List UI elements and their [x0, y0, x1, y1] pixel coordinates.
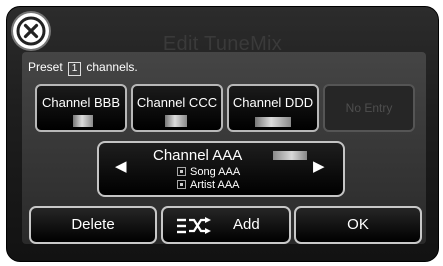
now-playing-artist: Artist AAA	[177, 179, 240, 191]
ok-button-label: OK	[347, 216, 369, 233]
delete-button-label: Delete	[71, 216, 115, 233]
channel-slot-label: Channel DDD	[232, 95, 314, 110]
next-arrow-button[interactable]: ▶	[313, 157, 325, 175]
channel-slot-3[interactable]: Channel DDD	[227, 84, 319, 132]
channel-slot-label: Channel BBB	[41, 95, 121, 110]
preset-instructions: Preset 1 channels.	[28, 60, 138, 76]
now-playing-channel: Channel AAA	[153, 147, 243, 164]
now-playing-song: Song AAA	[177, 166, 240, 178]
previous-arrow-button[interactable]: ◀	[115, 157, 127, 175]
channel-slot-4[interactable]: No Entry	[323, 84, 415, 132]
song-title: Song AAA	[190, 166, 241, 178]
artist-icon	[177, 180, 186, 189]
add-button[interactable]: Add	[161, 206, 291, 244]
shuffle-list-icon	[177, 217, 211, 234]
preset-prefix: Preset	[28, 60, 63, 74]
channel-art	[73, 115, 93, 127]
preset-suffix: channels.	[86, 60, 138, 74]
channel-slot-2[interactable]: Channel CCC	[131, 84, 223, 132]
song-icon	[177, 167, 186, 176]
delete-button[interactable]: Delete	[29, 206, 157, 244]
channel-art	[255, 117, 291, 127]
channel-art	[165, 115, 187, 127]
add-button-label: Add	[233, 216, 260, 233]
channel-slot-1[interactable]: Channel BBB	[35, 84, 127, 132]
channel-slot-label: Channel CCC	[136, 95, 218, 110]
ok-button[interactable]: OK	[294, 206, 422, 244]
channel-slot-label: No Entry	[345, 101, 393, 115]
preset-count: 1	[68, 62, 82, 76]
artist-name: Artist AAA	[190, 179, 240, 191]
now-playing-selector: ◀ Channel AAA Song AAA Artist AAA ▶	[97, 141, 345, 197]
channel-art	[273, 151, 307, 160]
